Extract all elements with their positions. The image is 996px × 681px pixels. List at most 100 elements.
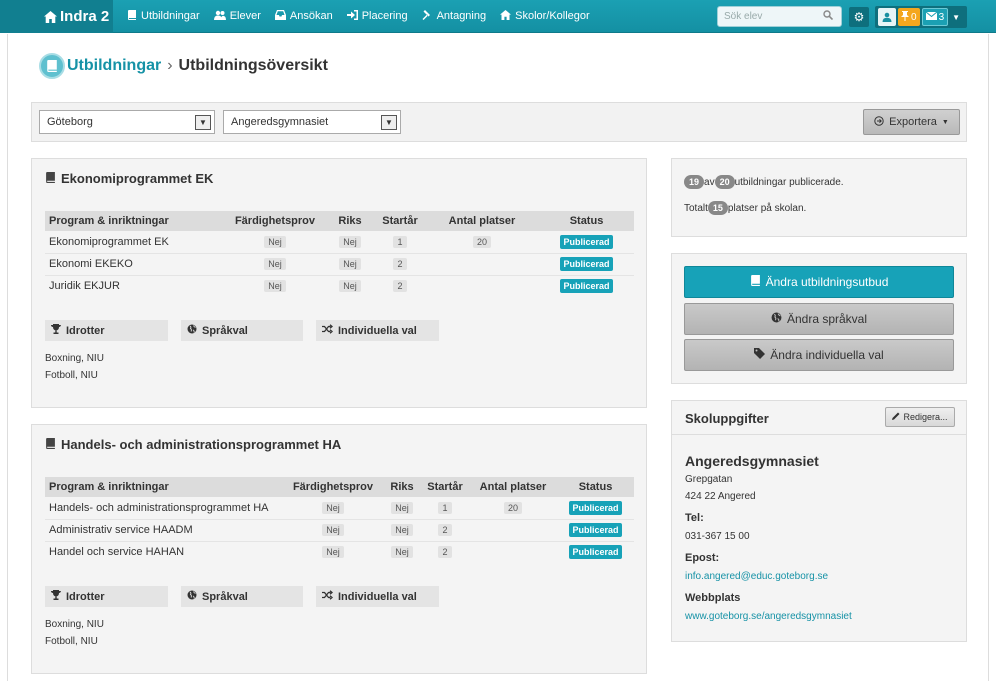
- nav-item-utbildningar[interactable]: Utbildningar: [127, 9, 200, 23]
- table-row[interactable]: Ekonomiprogrammet EK Nej Nej 1 20 Public…: [45, 231, 634, 254]
- envelope-icon: [925, 11, 937, 23]
- program-panel: Ekonomiprogrammet EK Program & inriktnin…: [31, 158, 647, 408]
- table-row[interactable]: Handels- och administrationsprogrammet H…: [45, 497, 634, 520]
- nav-item-ansokan[interactable]: Ansökan: [274, 9, 333, 23]
- program-name[interactable]: Administrativ service HAADM: [45, 519, 283, 542]
- program-name[interactable]: Ekonomiprogrammet EK: [45, 231, 225, 254]
- languages-header-label: Språkval: [202, 590, 248, 603]
- nav-item-elever[interactable]: Elever: [213, 10, 261, 23]
- published-suffix: utbildningar publicerade.: [734, 176, 844, 188]
- phone-label: Tel:: [685, 512, 704, 524]
- school-info-box: Skoluppgifter Redigera... Angeredsgymnas…: [671, 400, 967, 642]
- change-languages-label: Ändra språkval: [786, 312, 868, 326]
- total-count-badge: 20: [714, 175, 735, 189]
- list-item: Fotboll, NIU: [45, 370, 98, 381]
- book-icon: [45, 437, 56, 452]
- nav-label: Elever: [229, 10, 261, 22]
- skill-test-tag: Nej: [322, 546, 344, 559]
- messages-button[interactable]: 3: [921, 8, 949, 26]
- program-title-text: Ekonomiprogrammet EK: [61, 171, 214, 186]
- status-badge: Publicerad: [560, 279, 613, 294]
- inbox-icon: [274, 9, 286, 23]
- skill-test-tag: Nej: [264, 280, 286, 293]
- page-title: Utbildningsöversikt: [178, 57, 328, 74]
- program-name[interactable]: Juridik EKJUR: [45, 275, 225, 297]
- nav-label: Antagning: [436, 10, 487, 22]
- nav-item-skolor[interactable]: Skolor/Kollegor: [500, 9, 590, 23]
- nav-label: Utbildningar: [141, 10, 200, 22]
- change-offering-button[interactable]: Ändra utbildningsutbud: [684, 266, 954, 298]
- edit-button[interactable]: Redigera...: [885, 407, 955, 427]
- status-badge: Publicerad: [560, 257, 613, 271]
- filter-bar: Göteborg ▼ Angeredsgymnasiet ▼ Exportera…: [31, 102, 967, 142]
- list-item: Boxning, NIU: [45, 619, 104, 630]
- table-row[interactable]: Administrativ service HAADM Nej Nej 2 Pu…: [45, 519, 634, 542]
- trophy-icon: [51, 590, 61, 603]
- caret-down-icon[interactable]: ▼: [952, 13, 960, 22]
- sports-list: Boxning, NIU Fotboll, NIU: [45, 350, 104, 384]
- school-postal: 424 22 Angered: [685, 491, 756, 502]
- breadcrumb-section-link[interactable]: Utbildningar: [67, 57, 161, 75]
- program-title: Ekonomiprogrammet EK: [45, 171, 213, 186]
- school-info-title: Skoluppgifter: [685, 411, 769, 426]
- table-row[interactable]: Ekonomi EKEKO Nej Nej 2 Publicerad: [45, 253, 634, 276]
- circle-arrow-icon: [874, 115, 884, 129]
- notifications-button[interactable]: 0: [898, 8, 920, 26]
- start-year-tag: 2: [438, 546, 452, 559]
- change-offering-label: Ändra utbildningsutbud: [765, 275, 889, 289]
- settings-button[interactable]: ⚙: [849, 7, 869, 27]
- actions-box: Ändra utbildningsutbud Ändra språkval Än…: [671, 253, 967, 384]
- program-name[interactable]: Handel och service HAHAN: [45, 541, 283, 563]
- languages-header-label: Språkval: [202, 324, 248, 337]
- globe-icon: [187, 324, 197, 337]
- sports-header-label: Idrotter: [66, 590, 105, 603]
- nav-item-antagning[interactable]: Antagning: [422, 9, 487, 23]
- nav-item-placering[interactable]: Placering: [346, 9, 408, 23]
- table-row[interactable]: Handel och service HAHAN Nej Nej 2 Publi…: [45, 541, 634, 563]
- start-year-tag: 2: [438, 524, 452, 536]
- chevron-down-icon[interactable]: ▼: [195, 115, 211, 130]
- school-street: Grepgatan: [685, 474, 733, 485]
- random-icon: [322, 590, 334, 603]
- table-row[interactable]: Juridik EKJUR Nej Nej 2 Publicerad: [45, 275, 634, 297]
- places-suffix: platser på skolan.: [727, 202, 807, 214]
- globe-icon: [187, 590, 197, 603]
- places-prefix: Totalt: [684, 202, 708, 214]
- col-header-national: Riks: [383, 477, 421, 497]
- national-tag: Nej: [339, 280, 361, 293]
- globe-icon: [771, 312, 782, 326]
- student-search[interactable]: [717, 6, 842, 27]
- school-email-link[interactable]: info.angered@educ.goteborg.se: [685, 571, 828, 582]
- school-select[interactable]: Angeredsgymnasiet ▼: [223, 110, 401, 134]
- col-header-status: Status: [539, 211, 634, 231]
- search-input[interactable]: [718, 7, 823, 26]
- school-web-link[interactable]: www.goteborg.se/angeredsgymnasiet: [685, 611, 852, 622]
- search-icon[interactable]: [823, 10, 834, 23]
- tag-icon: [754, 348, 766, 362]
- program-name[interactable]: Ekonomi EKEKO: [45, 253, 225, 276]
- user-menu[interactable]: 0 3 ▼: [875, 6, 967, 28]
- book-icon: [45, 171, 56, 186]
- col-header-skill-test: Färdighetsprov: [283, 477, 383, 497]
- brand[interactable]: Indra 2: [0, 0, 113, 33]
- chevron-down-icon[interactable]: ▼: [381, 115, 397, 130]
- col-header-status: Status: [557, 477, 634, 497]
- places-count-badge: 15: [707, 201, 728, 215]
- electives-header: Individuella val: [316, 320, 439, 341]
- change-languages-button[interactable]: Ändra språkval: [684, 303, 954, 335]
- start-year-tag: 1: [393, 235, 407, 248]
- places-tag: 20: [503, 501, 522, 514]
- skill-test-tag: Nej: [322, 501, 344, 514]
- status-badge: Publicerad: [569, 500, 622, 515]
- sports-header-label: Idrotter: [66, 324, 105, 337]
- divider: [672, 434, 966, 435]
- pencil-icon: [892, 412, 900, 422]
- program-name[interactable]: Handels- och administrationsprogrammet H…: [45, 497, 283, 520]
- city-select[interactable]: Göteborg ▼: [39, 110, 215, 134]
- export-button[interactable]: Exportera ▼: [863, 109, 960, 135]
- web-label: Webbplats: [685, 592, 741, 604]
- change-electives-button[interactable]: Ändra individuella val: [684, 339, 954, 371]
- user-icon[interactable]: [878, 8, 896, 26]
- sports-header: Idrotter: [45, 586, 168, 607]
- start-year-tag: 1: [438, 501, 452, 514]
